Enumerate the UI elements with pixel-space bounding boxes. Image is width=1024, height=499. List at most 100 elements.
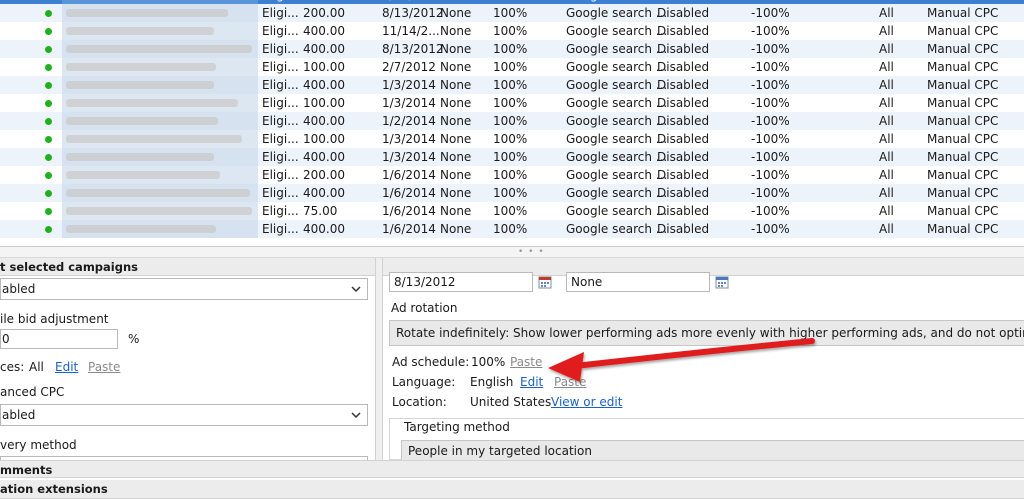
grid-end-date-cell: None (440, 150, 472, 164)
table-row[interactable]: Eligi... 400.00 1/6/2014 None 100% Google sea… (0, 184, 1024, 202)
ad-rotation-dropdown[interactable]: Rotate indefinitely: Show lower performi… (389, 320, 1024, 346)
grid-status-cell: Eligi... (262, 60, 299, 74)
status-dot-icon (45, 190, 52, 197)
table-row[interactable]: Eligi... 400.00 1/3/2014 None 100% Google sea… (0, 148, 1024, 166)
delivery-method-label: very method (0, 438, 77, 452)
grid-budget-cell: 75.00 (303, 204, 338, 218)
grid-budget-cell: 400.00 (303, 186, 345, 200)
table-row[interactable]: Eligi... 400.00 1/3/2014 None 100% Google sea… (0, 76, 1024, 94)
grid-mobile-bid-cell: -100% (751, 24, 790, 38)
grid-mobile-bid-cell: -100% (751, 96, 790, 110)
ad-rotation-label: Ad rotation (391, 301, 458, 315)
location-extensions-section-header[interactable]: ation extensions (0, 480, 1024, 499)
grid-ad-schedule-cell: 100% (493, 150, 528, 164)
location-view-or-edit-link[interactable]: View or edit (551, 395, 622, 409)
grid-start-date-cell: 1/3/2014 (382, 78, 436, 92)
table-row[interactable]: Eligi... 200.00 1/6/2014 None 100% Google sea… (0, 166, 1024, 184)
language-value: English (470, 375, 514, 389)
status-dot-icon (45, 64, 52, 71)
campaign-name-redacted (66, 207, 252, 215)
grid-status-cell: Eligi... (262, 6, 299, 20)
grid-dsa-cell: Disabled (657, 60, 710, 74)
grid-status-cell: Eligi... (262, 114, 299, 128)
status-dot-icon (45, 28, 52, 35)
status-dropdown[interactable]: abled (0, 278, 368, 300)
grid-networks-cell: Google search ... (566, 204, 668, 218)
ad-schedule-value: 100% (471, 355, 506, 369)
grid-bid-strategy-cell: Manual CPC (927, 150, 999, 164)
grid-start-date-cell: 1/6/2014 (382, 186, 436, 200)
grid-budget-cell: 400.00 (303, 78, 345, 92)
table-row[interactable]: Eligi... 100.00 1/3/2014 None 100% Google sea… (0, 94, 1024, 112)
grid-dsa-cell: Disabled (657, 42, 710, 56)
table-row[interactable]: Eligi... 200.00 8/13/2012None 100% Google se… (0, 4, 1024, 22)
devices-edit-link[interactable]: Edit (55, 360, 78, 374)
mobile-bid-adjustment-label: ile bid adjustment (0, 312, 109, 326)
grid-devices-cell: All (879, 204, 894, 218)
grid-dsa-cell: Disabled (657, 186, 710, 200)
grid-mobile-bid-cell: -100% (751, 78, 790, 92)
grid-dsa-cell: Disabled (657, 168, 710, 182)
campaign-name-redacted (66, 153, 214, 161)
table-row[interactable]: Eligi... 400.00 1/2/2014 None 100% Google sea… (0, 112, 1024, 130)
grid-mobile-bid-cell: -100% (751, 204, 790, 218)
targeting-method-dropdown[interactable]: People in my targeted location (401, 440, 1024, 462)
grid-bid-strategy-cell: Manual CPC (927, 132, 999, 146)
location-extensions-section-title: ation extensions (0, 482, 108, 496)
grid-ad-schedule-cell: 100% (493, 204, 528, 218)
grid-ad-schedule-cell: 100% (493, 96, 528, 110)
grid-start-date-cell: 1/6/2014 (382, 204, 436, 218)
grid-mobile-bid-cell: -100% (751, 114, 790, 128)
ad-schedule-paste-link[interactable]: Paste (510, 355, 542, 369)
grid-networks-cell: Google search ... (566, 186, 668, 200)
language-paste-link[interactable]: Paste (554, 375, 586, 389)
grid-devices-cell: All (879, 24, 894, 38)
calendar-icon[interactable] (538, 275, 552, 289)
table-row[interactable]: Eligi... 100.00 1/3/2014 None 100% Google sea… (0, 130, 1024, 148)
grid-status-cell: Eligi... (262, 78, 299, 92)
grid-networks-cell: Google search ... (566, 78, 668, 92)
grid-end-date-cell: None (440, 60, 472, 74)
grid-mobile-bid-cell: -100% (751, 222, 790, 236)
table-row[interactable]: Eligi... 400.00 1/6/2014 None 100% Google sea… (0, 220, 1024, 238)
comments-section-header[interactable]: mments (0, 460, 1024, 478)
grid-networks-cell: Google search ... (566, 42, 668, 56)
grid-ad-schedule-cell: 100% (493, 168, 528, 182)
comments-section-title: mments (0, 463, 53, 477)
grid-bid-strategy-cell: Manual CPC (927, 60, 999, 74)
enhanced-cpc-value: abled (2, 408, 36, 422)
enhanced-cpc-dropdown[interactable]: abled (0, 404, 368, 426)
grid-status-cell: Eligi... (262, 186, 299, 200)
mobile-bid-adjustment-input[interactable]: 0 (0, 329, 118, 349)
campaign-name-redacted (66, 81, 214, 89)
campaign-name-redacted (66, 9, 228, 17)
start-date-input[interactable]: 8/13/2012 (389, 272, 533, 292)
grid-dsa-cell: Disabled (657, 24, 710, 38)
vertical-splitter[interactable] (375, 258, 383, 460)
calendar-icon[interactable] (715, 275, 729, 289)
campaign-name-redacted (66, 27, 214, 35)
table-row[interactable]: Eligi... 75.00 1/6/2014 None 100% Google sear… (0, 202, 1024, 220)
grid-ad-schedule-cell: 100% (493, 132, 528, 146)
grid-status-cell: Eligi... (262, 150, 299, 164)
location-label: Location: (392, 395, 447, 409)
campaign-grid: Eligi... 200.00 8/13/2012 None 100% Google se… (0, 0, 1024, 246)
language-edit-link[interactable]: Edit (520, 375, 543, 389)
grid-start-date-cell: 8/13/2012 (382, 42, 444, 56)
table-row[interactable]: Eligi... 100.00 2/7/2012 None 100% Google sea… (0, 58, 1024, 76)
table-row[interactable]: Eligi... 400.00 11/14/2... None 100% Google s… (0, 22, 1024, 40)
end-date-input[interactable]: None (566, 272, 710, 292)
grid-bid-strategy-cell: Manual CPC (927, 42, 999, 56)
grid-mobile-bid-cell: -100% (751, 60, 790, 74)
status-dot-icon (45, 208, 52, 215)
grid-bid-strategy-cell: Manual CPC (927, 222, 999, 236)
grid-status-cell: Eligi... (262, 132, 299, 146)
grid-end-date-cell: None (440, 42, 472, 56)
grid-devices-cell: All (879, 42, 894, 56)
table-row[interactable]: Eligi... 400.00 8/13/2012 None 100% Google se… (0, 40, 1024, 58)
devices-paste-link[interactable]: Paste (88, 360, 120, 374)
status-dot-icon (45, 46, 52, 53)
horizontal-splitter[interactable]: • • • (0, 246, 1024, 258)
grid-start-date-cell: 11/14/2... (382, 24, 440, 38)
status-dot-icon (45, 118, 52, 125)
